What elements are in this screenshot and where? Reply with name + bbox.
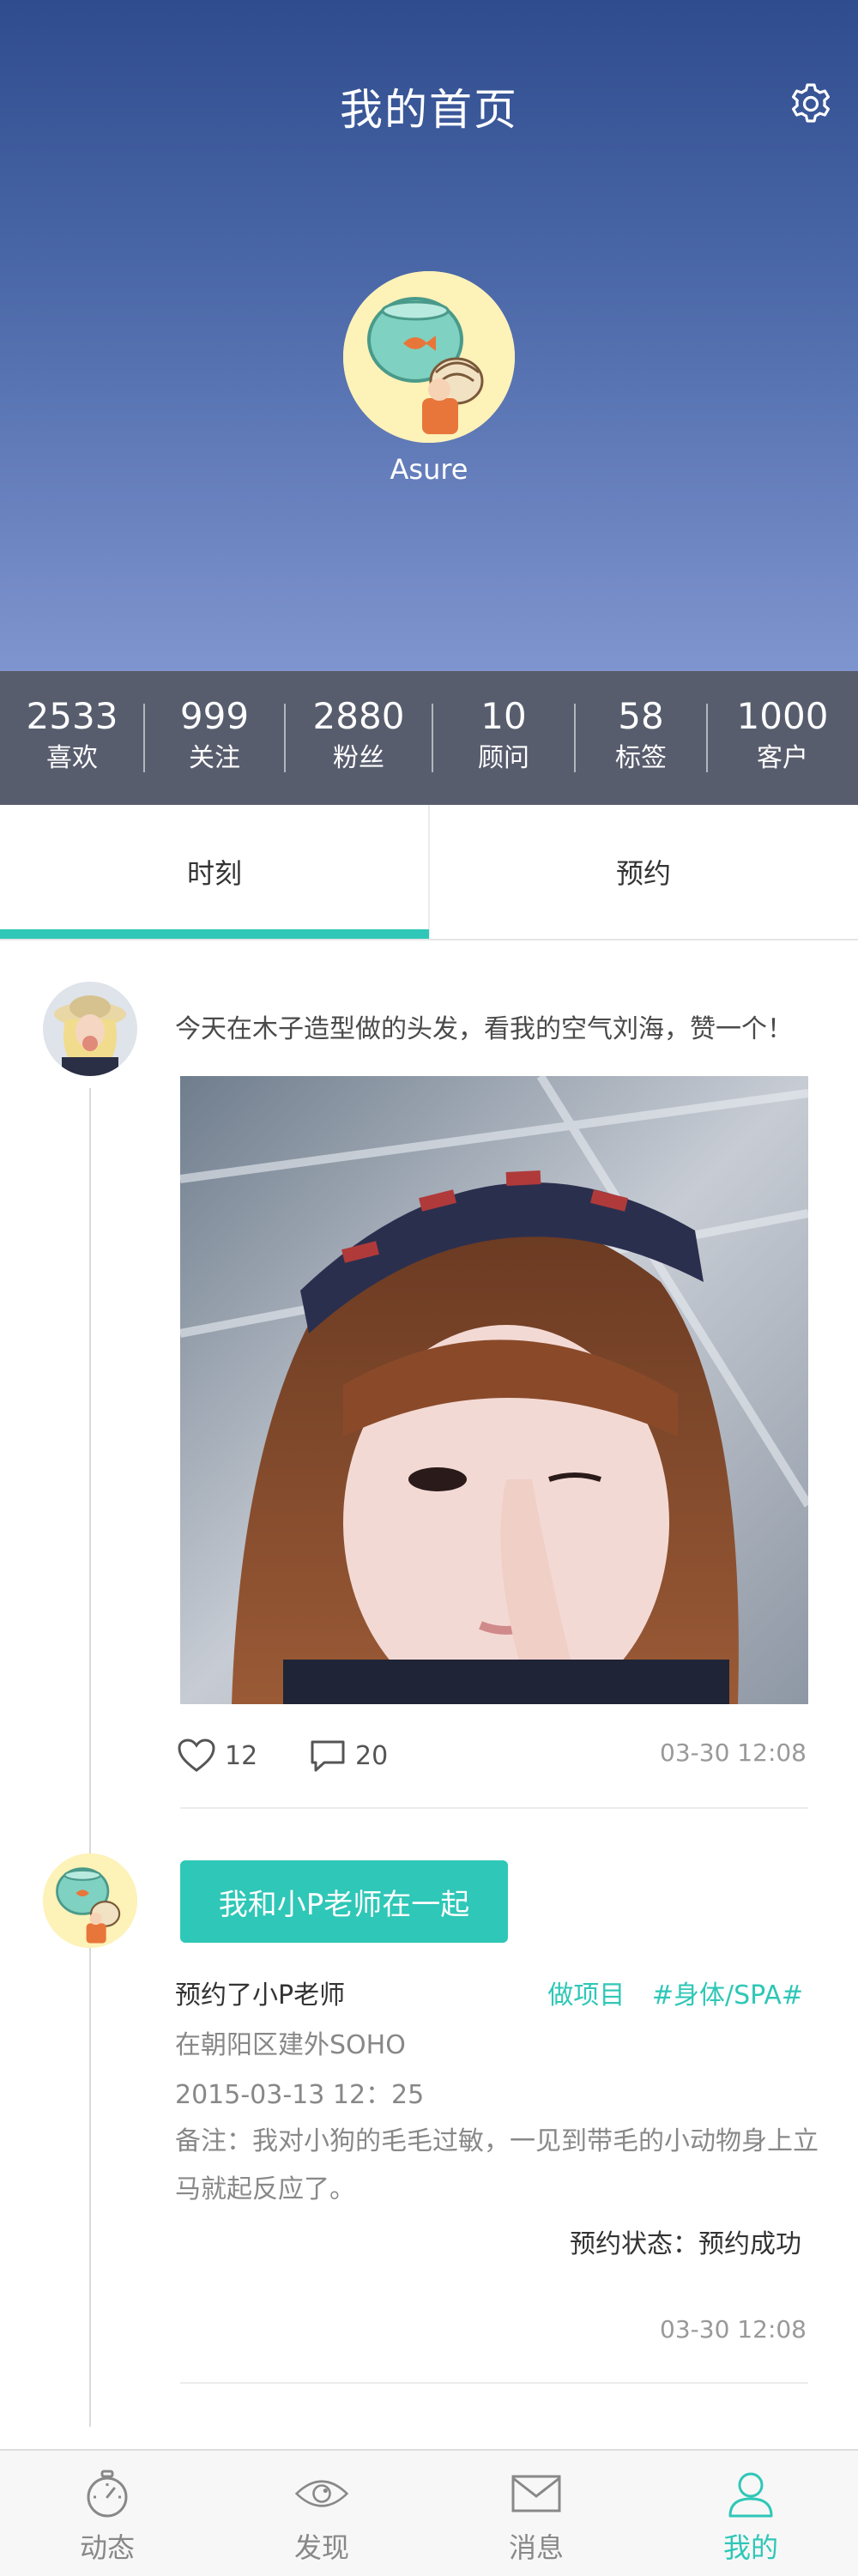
post-divider bbox=[180, 2382, 808, 2384]
nav-label: 动态 bbox=[79, 2531, 135, 2564]
fishbowl-avatar-image bbox=[343, 271, 515, 443]
stat-label: 喜欢 bbox=[46, 743, 98, 773]
stat-label: 客户 bbox=[757, 743, 808, 773]
appointment-button[interactable]: 我和小P老师在一起 bbox=[180, 1860, 508, 1943]
profile-avatar[interactable] bbox=[343, 271, 515, 443]
tag-project[interactable]: 做项目 bbox=[547, 1980, 625, 2011]
fishbowl-avatar-image bbox=[43, 1853, 137, 1948]
stat-label: 顾问 bbox=[478, 743, 529, 773]
stat-fans[interactable]: 2880 粉丝 bbox=[285, 671, 432, 805]
nav-messages[interactable]: 消息 bbox=[429, 2451, 644, 2576]
appointment-title: 预约了小P老师 bbox=[175, 1980, 346, 2011]
blonde-woman-avatar-image bbox=[43, 982, 137, 1076]
like-count: 12 bbox=[225, 1740, 258, 1771]
appointment-tags: 做项目 #身体/SPA# bbox=[529, 1974, 803, 2011]
post-author-avatar[interactable] bbox=[43, 982, 137, 1076]
stat-value: 10 bbox=[480, 695, 527, 737]
stat-advisors[interactable]: 10 顾问 bbox=[432, 671, 575, 805]
eye-icon bbox=[294, 2480, 349, 2507]
stat-following[interactable]: 999 关注 bbox=[144, 671, 285, 805]
stats-bar: 2533 喜欢 999 关注 2880 粉丝 10 顾问 58 标签 1000 … bbox=[0, 671, 858, 805]
post-text: 今天在木子造型做的头发，看我的空气刘海，赞一个！ bbox=[175, 1014, 793, 1044]
appointment-datetime: 2015-03-13 12：25 bbox=[175, 2080, 425, 2110]
user-icon bbox=[728, 2472, 773, 2518]
stat-value: 1000 bbox=[736, 695, 829, 737]
nav-me[interactable]: 我的 bbox=[644, 2451, 858, 2576]
timeline-line bbox=[89, 1088, 91, 2427]
stat-value: 2880 bbox=[312, 695, 405, 737]
post-timestamp: 03-30 12:08 bbox=[660, 2315, 807, 2343]
like-action[interactable]: 12 bbox=[177, 1732, 257, 1780]
nav-feed[interactable]: 动态 bbox=[0, 2451, 214, 2576]
comment-bubble-icon bbox=[311, 1740, 345, 1772]
appointment-note: 备注：我对小狗的毛毛过敏，一见到带毛的小动物身上立马就起反应了。 bbox=[175, 2126, 819, 2204]
post-timestamp: 03-30 12:08 bbox=[660, 1738, 807, 1767]
post-author-avatar[interactable] bbox=[43, 1853, 137, 1948]
appointment-status: 预约状态：预约成功 bbox=[570, 2229, 801, 2259]
stat-tags[interactable]: 58 标签 bbox=[575, 671, 707, 805]
stat-label: 粉丝 bbox=[333, 743, 384, 773]
nav-label: 我的 bbox=[722, 2531, 778, 2564]
active-tab-indicator bbox=[0, 929, 429, 939]
stat-likes[interactable]: 2533 喜欢 bbox=[0, 671, 144, 805]
settings-button[interactable] bbox=[784, 77, 837, 130]
comment-action[interactable]: 20 bbox=[309, 1732, 388, 1780]
appointment-location: 在朝阳区建外SOHO bbox=[175, 2030, 406, 2060]
tab-appointments[interactable]: 预约 bbox=[429, 805, 858, 939]
stat-value: 999 bbox=[179, 695, 250, 737]
page-title: 我的首页 bbox=[340, 85, 518, 135]
comment-count: 20 bbox=[355, 1740, 389, 1771]
nav-label: 发现 bbox=[293, 2531, 349, 2564]
stat-clients[interactable]: 1000 客户 bbox=[707, 671, 858, 805]
envelope-icon bbox=[511, 2475, 561, 2513]
bottom-navigation: 动态 发现 消息 我的 bbox=[0, 2449, 858, 2576]
stat-value: 58 bbox=[618, 695, 664, 737]
stat-label: 关注 bbox=[189, 743, 240, 773]
stopwatch-icon bbox=[87, 2470, 128, 2518]
tab-bar: 时刻 预约 bbox=[0, 805, 858, 940]
username: Asure bbox=[390, 453, 468, 486]
nav-label: 消息 bbox=[508, 2531, 564, 2564]
girl-selfie-photo bbox=[180, 1076, 808, 1704]
tab-moments[interactable]: 时刻 bbox=[0, 805, 429, 939]
post-divider bbox=[180, 1807, 808, 1809]
heart-icon bbox=[178, 1738, 215, 1772]
tag-body-spa[interactable]: #身体/SPA# bbox=[652, 1980, 803, 2011]
stat-value: 2533 bbox=[26, 695, 118, 737]
stat-label: 标签 bbox=[615, 743, 667, 773]
profile-header: 我的首页 Asure bbox=[0, 0, 858, 671]
nav-discover[interactable]: 发现 bbox=[214, 2451, 429, 2576]
gear-icon bbox=[792, 83, 830, 123]
post-photo[interactable] bbox=[180, 1076, 808, 1704]
